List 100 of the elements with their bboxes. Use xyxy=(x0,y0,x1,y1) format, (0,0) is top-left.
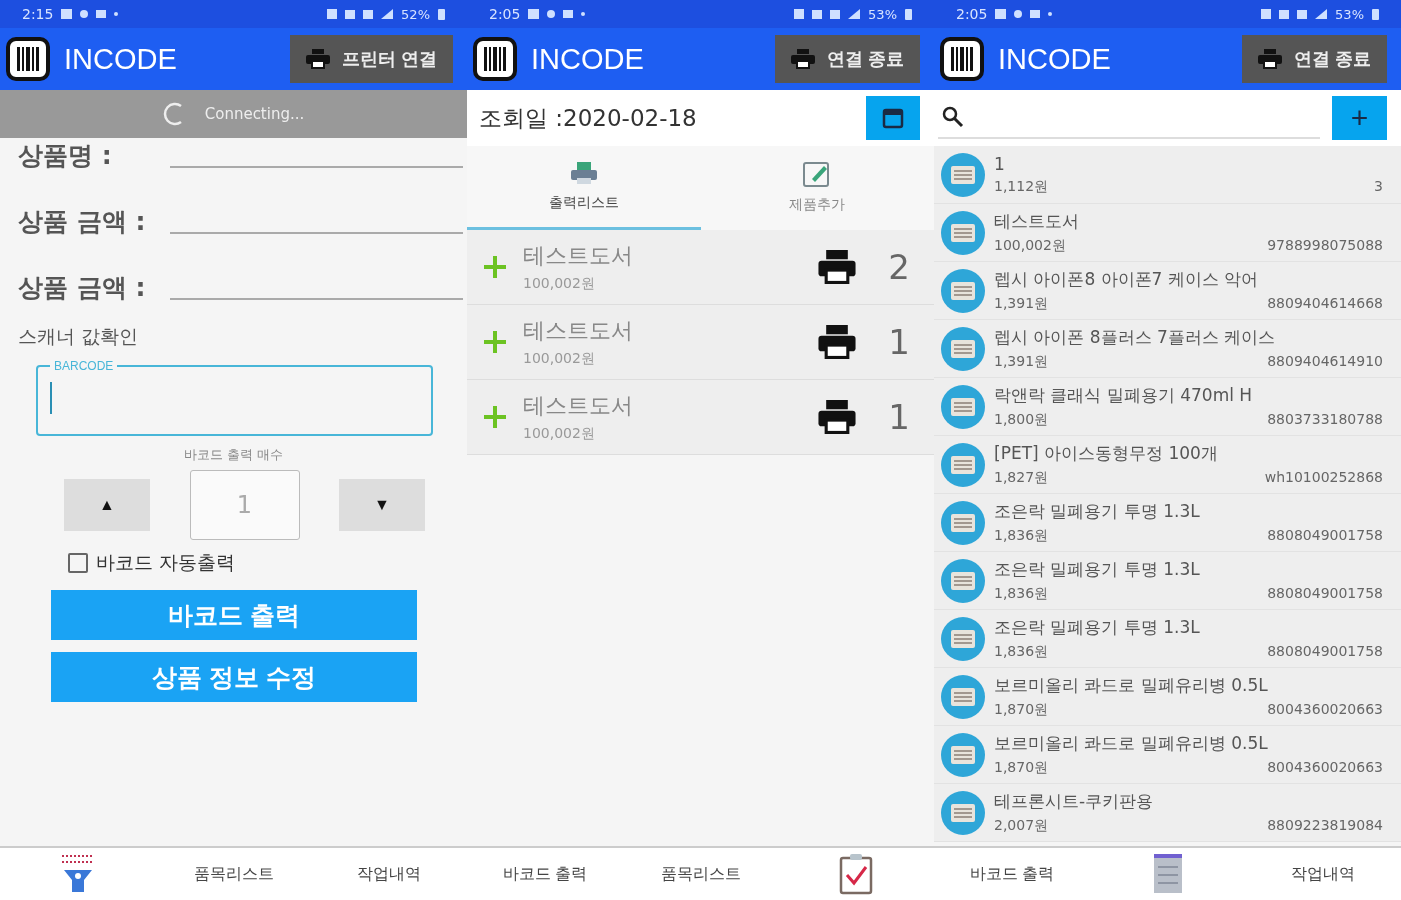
product-row[interactable]: 락앤락 클래식 밀폐용기 470ml H 1,800원 8803733180788 xyxy=(934,378,1401,436)
product-name: 렙시 아이폰8 아이폰7 케이스 악어 xyxy=(994,268,1260,291)
add-button[interactable]: + xyxy=(1332,96,1387,140)
product-code: 8809404614668 xyxy=(1267,295,1383,313)
product-name: 1 xyxy=(994,153,1006,174)
product-row[interactable]: 보르미올리 콰드로 밀폐유리병 0.5L 1,870원 8004360020663 xyxy=(934,668,1401,726)
product-code: 8808049001758 xyxy=(1267,585,1383,603)
product-row[interactable]: 테스트도서 100,002원 9788998075088 xyxy=(934,204,1401,262)
clipboard-check-icon[interactable] xyxy=(838,853,875,895)
plus-icon xyxy=(481,328,509,356)
nav-tab[interactable]: 작업내역 xyxy=(351,862,428,886)
product-row[interactable]: 보르미올리 콰드로 밀폐유리병 0.5L 1,870원 8004360020663 xyxy=(934,726,1401,784)
dot-icon xyxy=(114,12,119,16)
barcode-list-icon xyxy=(940,325,986,372)
product-price: 1,800원 xyxy=(994,411,1049,429)
printer-connection-button[interactable]: 프린터 연결 xyxy=(290,35,453,83)
barcode-list-icon xyxy=(940,209,986,256)
calendar-button[interactable] xyxy=(866,96,920,140)
product-price: 1,836원 xyxy=(994,585,1049,603)
scanner-label: 스캐너 값확인 xyxy=(18,324,140,349)
product-code: 8809223819084 xyxy=(1267,817,1383,835)
signal-icon xyxy=(848,9,861,19)
print-count: 2 xyxy=(887,247,911,287)
product-price: 1,391원 xyxy=(994,295,1049,313)
search-icon xyxy=(942,106,964,128)
product-row[interactable]: 조은락 밀폐용기 투명 1.3L 1,836원 8808049001758 xyxy=(934,610,1401,668)
product-price: 100,002원 xyxy=(994,237,1066,255)
tab[interactable]: 제품추가 xyxy=(700,146,934,230)
product-row[interactable]: 조은락 밀폐용기 투명 1.3L 1,836원 8808049001758 xyxy=(934,552,1401,610)
product-row[interactable]: 렙시 아이폰8 아이폰7 케이스 악어 1,391원 8809404614668 xyxy=(934,262,1401,320)
printer-icon[interactable] xyxy=(818,400,856,434)
checkbox[interactable] xyxy=(68,553,88,573)
product-name: 락앤락 클래식 밀폐용기 470ml H xyxy=(994,384,1254,407)
plus-icon xyxy=(481,253,509,281)
printer-connection-button[interactable]: 연결 종료 xyxy=(1242,35,1387,83)
product-row[interactable]: 1 1,112원 3 xyxy=(934,146,1401,204)
dot-icon xyxy=(1048,12,1053,16)
calendar-icon xyxy=(881,106,905,130)
barcode-list-icon xyxy=(940,151,986,198)
increment-button[interactable]: ▲ xyxy=(64,479,150,531)
item-price: 100,002원 xyxy=(523,275,596,293)
product-name: 조은락 밀폐용기 투명 1.3L xyxy=(994,558,1201,581)
product-code: 8803733180788 xyxy=(1267,411,1383,429)
field-label: 상품 금액 : xyxy=(18,275,147,300)
product-price: 1,391원 xyxy=(994,353,1049,371)
battery-icon xyxy=(905,8,912,20)
nav-tab[interactable]: 품목리스트 xyxy=(187,862,280,886)
product-code: 3 xyxy=(1374,177,1383,196)
battery-percent: 53% xyxy=(1335,6,1364,22)
product-price: 2,007원 xyxy=(994,817,1049,835)
printer-icon[interactable] xyxy=(818,250,856,284)
barcode-list-icon xyxy=(940,673,986,720)
field-label: 상품명 : xyxy=(18,143,113,168)
nav-tab[interactable]: 작업내역 xyxy=(1285,862,1362,886)
battery-icon xyxy=(1372,8,1379,20)
product-name: [PET] 아이스동형무정 100개 xyxy=(994,442,1219,465)
item-price: 100,002원 xyxy=(523,425,596,443)
barcode-logo-icon xyxy=(473,37,517,81)
product-price: 1,870원 xyxy=(994,701,1049,719)
print-count: 1 xyxy=(887,397,911,437)
battery-percent: 53% xyxy=(868,6,897,22)
barcode-list-icon xyxy=(940,789,986,836)
product-price: 1,836원 xyxy=(994,527,1049,545)
printer-icon[interactable] xyxy=(818,325,856,359)
printer-connection-button[interactable]: 연결 종료 xyxy=(775,35,920,83)
product-price: 1,112원 xyxy=(994,177,1049,196)
nav-tab[interactable]: 바코드 출력 xyxy=(496,862,594,886)
item-name: 테스트도서 xyxy=(523,242,633,270)
product-name: 보르미올리 콰드로 밀폐유리병 0.5L xyxy=(994,732,1269,755)
status-time: 2:15 xyxy=(22,6,54,22)
product-name: 테스트도서 xyxy=(994,210,1080,233)
product-row[interactable]: 테프론시트-쿠키판용 2,007원 8809223819084 xyxy=(934,784,1401,842)
product-name: 보르미올리 콰드로 밀폐유리병 0.5L xyxy=(994,674,1269,697)
decrement-button[interactable]: ▼ xyxy=(339,479,425,531)
product-name: 조은락 밀폐용기 투명 1.3L xyxy=(994,616,1201,639)
app-title: INCODE xyxy=(64,42,177,76)
print-list-row[interactable]: 테스트도서 100,002원 1 xyxy=(467,305,934,380)
checkbox-label: 바코드 자동출력 xyxy=(96,550,236,575)
printer-icon xyxy=(1258,49,1282,69)
print-list-row[interactable]: 테스트도서 100,002원 1 xyxy=(467,380,934,455)
barcode-list-icon xyxy=(940,441,986,488)
barcode-logo-icon xyxy=(6,37,50,81)
document-icon[interactable] xyxy=(1151,853,1184,895)
product-row[interactable]: [PET] 아이스동형무정 100개 1,827원 wh10100252868 xyxy=(934,436,1401,494)
nav-tab[interactable]: 바코드 출력 xyxy=(963,862,1061,886)
product-name: 조은락 밀폐용기 투명 1.3L xyxy=(994,500,1201,523)
product-row[interactable]: 조은락 밀폐용기 투명 1.3L 1,836원 8808049001758 xyxy=(934,494,1401,552)
nav-tab[interactable]: 품목리스트 xyxy=(654,862,747,886)
signal-icon xyxy=(381,9,394,19)
date-label: 조회일 :2020-02-18 xyxy=(479,103,698,133)
product-code: 8808049001758 xyxy=(1267,527,1383,545)
product-row[interactable]: 렙시 아이폰 8플러스 7플러스 케이스 1,391원 8809404614910 xyxy=(934,320,1401,378)
product-price: 1,870원 xyxy=(994,759,1049,777)
print-count: 1 xyxy=(887,322,911,362)
product-price: 1,827원 xyxy=(994,469,1049,487)
product-name: 테프론시트-쿠키판용 xyxy=(994,790,1155,813)
print-list-row[interactable]: 테스트도서 100,002원 2 xyxy=(467,230,934,305)
barcode-list-icon xyxy=(940,499,986,546)
barcode-logo-icon xyxy=(940,37,984,81)
barcode-list-icon xyxy=(940,557,986,604)
